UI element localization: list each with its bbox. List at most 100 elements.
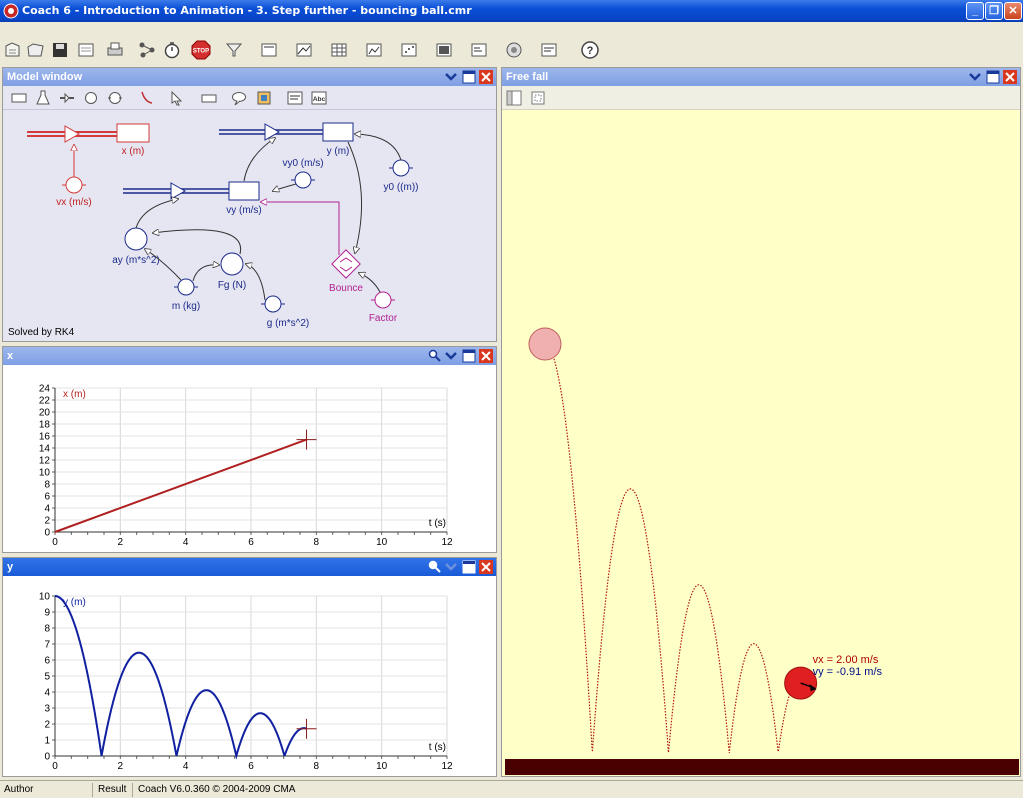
- filter-icon[interactable]: [224, 40, 244, 60]
- constant-icon[interactable]: [107, 90, 123, 106]
- auxiliary-icon[interactable]: [83, 90, 99, 106]
- graph-y-y-tick-label: 10: [39, 592, 51, 603]
- vx-constant[interactable]: [62, 176, 86, 194]
- graph-y-y-tick-label: 0: [44, 752, 50, 763]
- collapse-icon[interactable]: [968, 70, 982, 84]
- y-stock-label: y (m): [327, 146, 350, 157]
- graph-x-buttons: [428, 349, 494, 363]
- flask-icon[interactable]: [35, 90, 51, 106]
- vy-stock[interactable]: [228, 181, 260, 201]
- print-icon[interactable]: [105, 40, 125, 60]
- timer-icon[interactable]: [162, 40, 182, 60]
- chart-icon[interactable]: [364, 40, 384, 60]
- fit-icon[interactable]: [530, 90, 546, 106]
- minimize-button[interactable]: _: [966, 2, 984, 20]
- close-icon[interactable]: [479, 70, 493, 84]
- connector-icon[interactable]: [139, 90, 155, 106]
- maximize-icon[interactable]: [462, 349, 476, 363]
- collapse-icon[interactable]: [444, 349, 458, 363]
- graph-x-y-tick-label: 10: [39, 468, 51, 479]
- bounce-label: Bounce: [329, 283, 363, 294]
- zoom-icon[interactable]: [428, 349, 442, 363]
- x-flow[interactable]: [27, 125, 117, 143]
- model-window: Model window Abc x (m) vx (m/s) y (m) vy…: [2, 67, 497, 342]
- zoom-icon[interactable]: [428, 560, 442, 574]
- graph-x-y-tick-label: 0: [44, 528, 50, 539]
- save-icon[interactable]: [50, 40, 70, 60]
- graph-y-y-tick-label: 7: [44, 640, 50, 651]
- vy-stock-label: vy (m/s): [226, 205, 262, 216]
- ay-auxiliary[interactable]: [124, 227, 148, 251]
- graph-y-x-tick-label: 10: [376, 761, 388, 772]
- stop-icon[interactable]: STOP: [191, 40, 211, 60]
- animation-canvas[interactable]: vx = 2.00 m/svy = -0.91 m/s: [502, 111, 1020, 776]
- data-icon[interactable]: [469, 40, 489, 60]
- m-constant[interactable]: [174, 278, 198, 296]
- y-stock[interactable]: [322, 122, 354, 142]
- vy-readout: vy = -0.91 m/s: [813, 666, 883, 678]
- graph-y-plot[interactable]: 0123456789100 2 4 6 8 10 12y (m)t (s): [3, 576, 496, 776]
- graph-x-y-tick-label: 22: [39, 396, 51, 407]
- coach-app-icon: [3, 3, 19, 19]
- factor-constant[interactable]: [371, 291, 395, 309]
- text-icon[interactable]: [539, 40, 559, 60]
- graph-x-y-tick-label: 18: [39, 420, 51, 431]
- help-icon[interactable]: ?: [580, 40, 600, 60]
- panel-layout-icon[interactable]: [506, 90, 522, 106]
- connect-icon[interactable]: [137, 40, 157, 60]
- vy-to-y-connector: [243, 138, 275, 182]
- graph-icon[interactable]: [294, 40, 314, 60]
- graph-y-header: y: [3, 558, 496, 576]
- collapse-icon[interactable]: [444, 560, 458, 574]
- edit-icon[interactable]: [76, 40, 96, 60]
- y0-label: y0 ((m)): [384, 182, 419, 193]
- close-icon[interactable]: [1003, 70, 1017, 84]
- vx-label: vx (m/s): [56, 197, 92, 208]
- vy-flow[interactable]: [123, 182, 229, 200]
- flow-icon[interactable]: [59, 90, 75, 106]
- open-folder-icon[interactable]: [26, 40, 46, 60]
- close-icon[interactable]: [479, 560, 493, 574]
- model-toolbar: Abc: [3, 86, 496, 110]
- graph-y-x-tick-label: 4: [183, 761, 189, 772]
- meter-icon[interactable]: [504, 40, 524, 60]
- graph-x-window: x 0 2 4 6 8 10 12 14 16 18 20 22 24 0 2 4 6 8 10 12 x (m) t (…: [2, 346, 497, 553]
- maximize-icon[interactable]: [462, 560, 476, 574]
- y-flow[interactable]: [219, 123, 323, 141]
- fg-auxiliary[interactable]: [220, 252, 244, 276]
- restore-button[interactable]: ❐: [985, 2, 1003, 20]
- fit-icon[interactable]: [256, 90, 272, 106]
- factor-label: Factor: [369, 313, 398, 324]
- graph-x-x-tick-label: 12: [441, 537, 453, 548]
- graph-y-y-tick-label: 2: [44, 720, 50, 731]
- collapse-icon[interactable]: [444, 70, 458, 84]
- x-stock[interactable]: [116, 123, 150, 143]
- text-tool-icon[interactable]: Abc: [311, 90, 327, 106]
- state-variable-icon[interactable]: [11, 90, 27, 106]
- maximize-icon[interactable]: [462, 70, 476, 84]
- open-icon[interactable]: [3, 40, 23, 60]
- table-icon[interactable]: [329, 40, 349, 60]
- graph-x-x-tick-label: 10: [376, 537, 388, 548]
- y0-constant[interactable]: [389, 159, 413, 177]
- dsf-icon[interactable]: [259, 40, 279, 60]
- graph-x-series-line: [54, 438, 307, 533]
- bounce-event[interactable]: [331, 249, 361, 279]
- graph-x-y-tick-label: 8: [44, 480, 50, 491]
- comment-icon[interactable]: [231, 90, 247, 106]
- close-button[interactable]: ✕: [1004, 2, 1022, 20]
- scatter-icon[interactable]: [399, 40, 419, 60]
- scope-icon[interactable]: [434, 40, 454, 60]
- vy0-connector: [273, 183, 297, 191]
- rectangle-tool-icon[interactable]: [201, 90, 217, 106]
- graph-y-y-tick-label: 9: [44, 608, 50, 619]
- select-tool-icon[interactable]: [169, 90, 185, 106]
- close-icon[interactable]: [479, 349, 493, 363]
- maximize-icon[interactable]: [986, 70, 1000, 84]
- model-window-buttons: [444, 70, 494, 84]
- vy0-constant[interactable]: [291, 171, 315, 189]
- fg-to-ay-connector: [153, 230, 242, 255]
- graph-x-plot[interactable]: 0246810121416182022240 2 4 6 8 10 12x (m)t (s): [3, 365, 496, 552]
- formula-icon[interactable]: [287, 90, 303, 106]
- graph-y-x-axis-label: t (s): [429, 742, 446, 753]
